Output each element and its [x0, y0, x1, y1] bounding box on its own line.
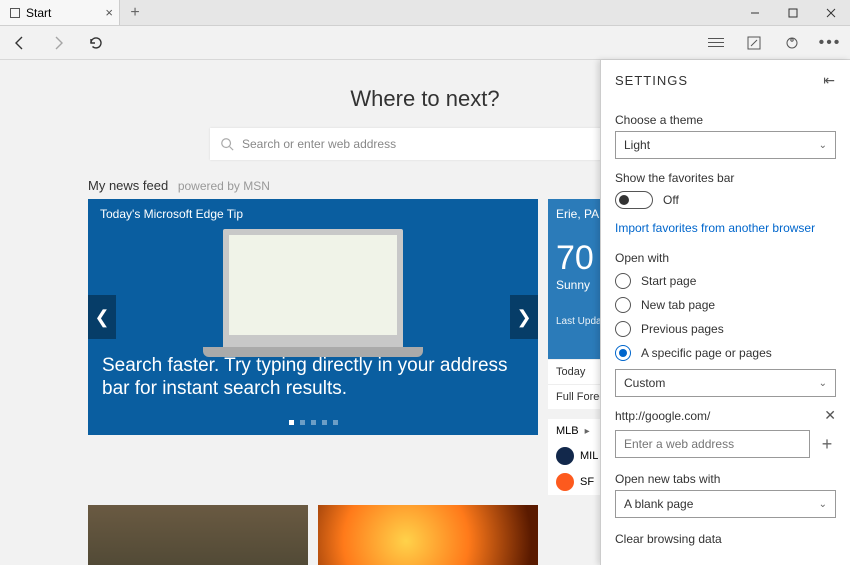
new-tab-button[interactable]: + [120, 0, 150, 25]
refresh-button[interactable] [84, 31, 108, 55]
slide-dot[interactable] [311, 420, 316, 425]
search-placeholder: Search or enter web address [242, 137, 396, 151]
slide-dot[interactable] [289, 420, 294, 425]
favorites-bar-label: Show the favorites bar [615, 171, 836, 185]
open-with-option[interactable]: Start page [615, 273, 836, 289]
slide-dot[interactable] [300, 420, 305, 425]
add-page-input[interactable] [615, 430, 810, 458]
favorites-bar-state: Off [663, 193, 679, 207]
custom-page-select[interactable]: Custom ⌄ [615, 369, 836, 397]
new-tabs-select[interactable]: A blank page ⌄ [615, 490, 836, 518]
back-button[interactable] [8, 31, 32, 55]
browser-tab[interactable]: Start × [0, 0, 120, 25]
add-page-button[interactable]: + [818, 434, 836, 455]
chevron-down-icon: ⌄ [819, 140, 827, 151]
browser-toolbar: ••• [0, 26, 850, 60]
prev-slide-button[interactable]: ❮ [88, 295, 116, 339]
slide-dot[interactable] [322, 420, 327, 425]
settings-scroll[interactable]: Choose a theme Light ⌄ Show the favorite… [601, 101, 850, 560]
chevron-down-icon: ⌄ [819, 378, 827, 389]
open-with-label: Open with [615, 251, 836, 265]
slide-caption: Search faster. Try typing directly in yo… [102, 354, 524, 402]
remove-page-icon[interactable]: ✕ [824, 407, 836, 424]
startup-page-url: http://google.com/ [615, 409, 816, 423]
clear-data-label: Clear browsing data [615, 532, 836, 546]
news-thumbnail[interactable] [318, 505, 538, 565]
theme-label: Choose a theme [615, 113, 836, 127]
hub-button[interactable] [704, 31, 728, 55]
tab-title: Start [26, 6, 51, 20]
slide-dot[interactable] [333, 420, 338, 425]
team-logo-icon [556, 473, 574, 491]
new-tabs-label: Open new tabs with [615, 472, 836, 486]
pin-icon[interactable]: ⇤ [823, 72, 836, 89]
search-icon [220, 137, 234, 151]
next-slide-button[interactable]: ❯ [510, 295, 538, 339]
open-with-option[interactable]: A specific page or pages [615, 345, 836, 361]
close-window-button[interactable] [812, 0, 850, 25]
window-titlebar: Start × + [0, 0, 850, 26]
webnote-button[interactable] [742, 31, 766, 55]
page-icon [10, 8, 20, 18]
address-search-box[interactable]: Search or enter web address [210, 128, 640, 160]
chevron-right-icon: ▸ [585, 426, 590, 437]
news-thumbnail[interactable] [88, 505, 308, 565]
mlb-label: MLB [556, 425, 579, 437]
maximize-button[interactable] [774, 0, 812, 25]
open-with-option[interactable]: Previous pages [615, 321, 836, 337]
hero-slide[interactable]: Today's Microsoft Edge Tip Search faster… [88, 199, 538, 435]
chevron-down-icon: ⌄ [819, 499, 827, 510]
slide-tip: Today's Microsoft Edge Tip [100, 207, 526, 221]
settings-panel: SETTINGS ⇤ Choose a theme Light ⌄ Show t… [600, 60, 850, 565]
laptop-image [223, 229, 403, 349]
theme-select[interactable]: Light ⌄ [615, 131, 836, 159]
settings-title: SETTINGS [615, 73, 688, 88]
favorites-bar-toggle[interactable] [615, 191, 653, 209]
share-button[interactable] [780, 31, 804, 55]
import-favorites-link[interactable]: Import favorites from another browser [615, 221, 836, 235]
open-with-option[interactable]: New tab page [615, 297, 836, 313]
forward-button[interactable] [46, 31, 70, 55]
minimize-button[interactable] [736, 0, 774, 25]
slide-dots [88, 420, 538, 425]
close-tab-icon[interactable]: × [105, 5, 113, 20]
team-logo-icon [556, 447, 574, 465]
more-button[interactable]: ••• [818, 31, 842, 55]
